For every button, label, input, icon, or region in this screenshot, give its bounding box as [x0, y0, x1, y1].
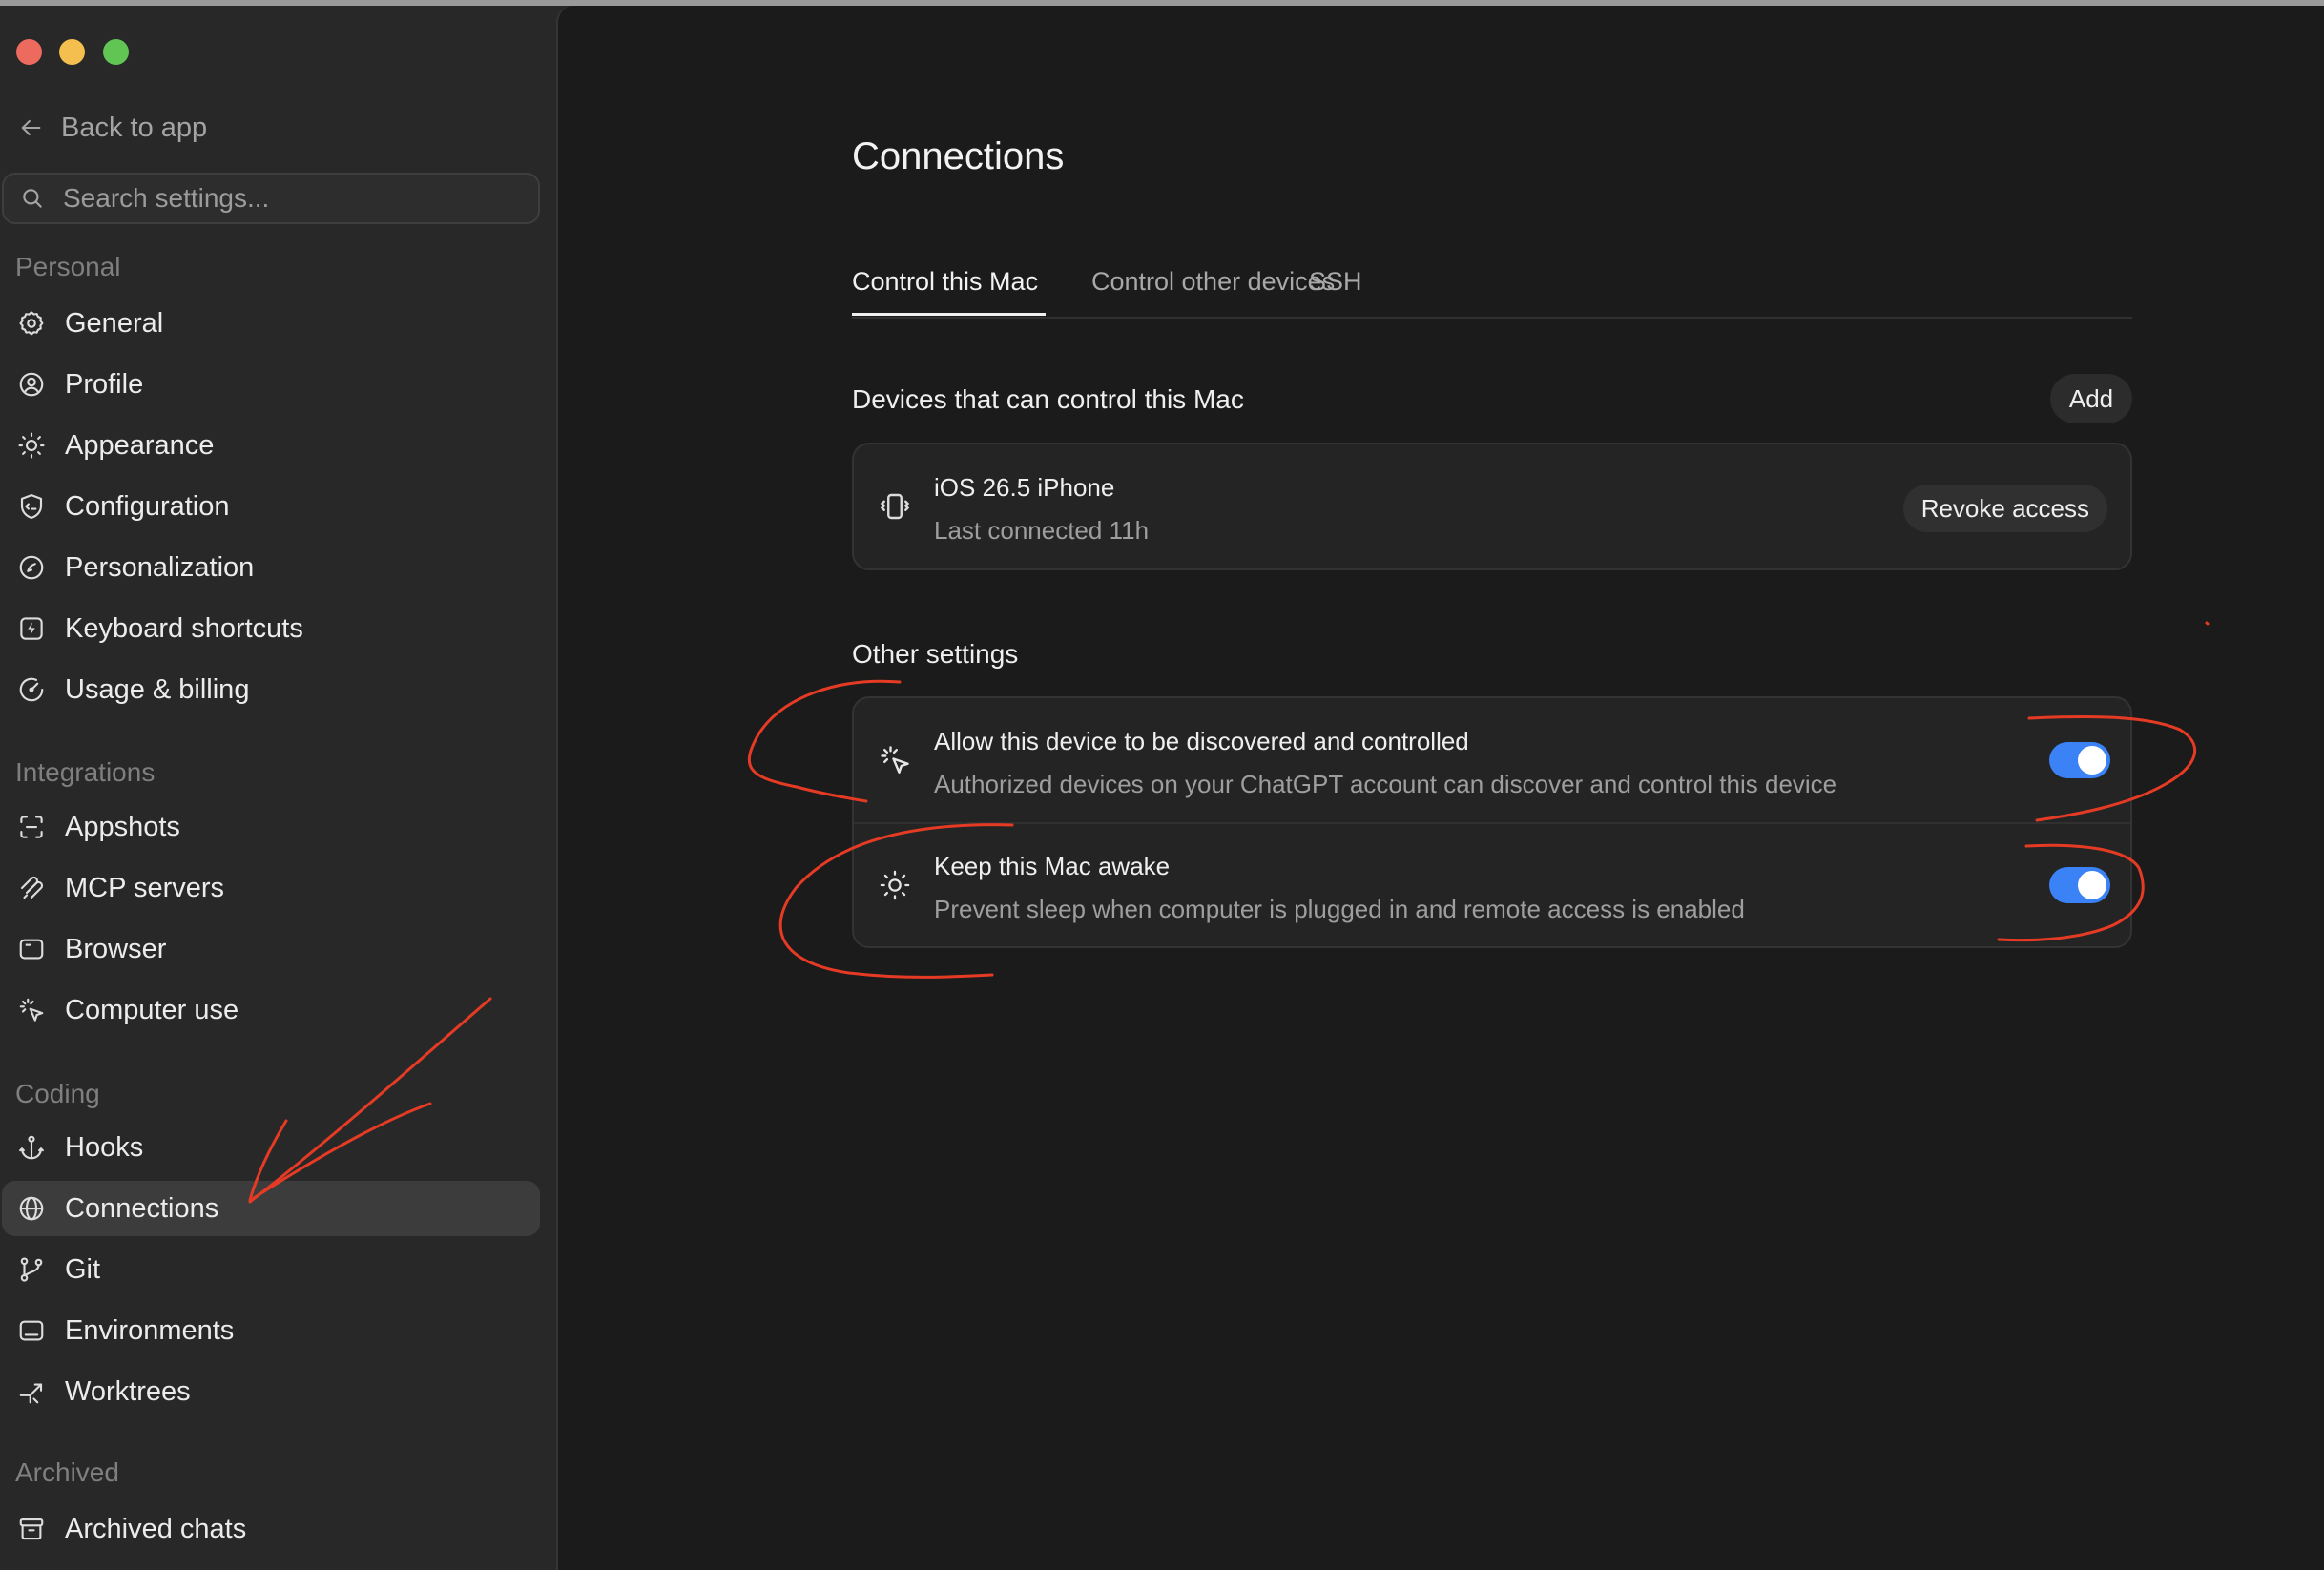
back-to-app-link[interactable]: Back to app	[17, 109, 207, 147]
row-divider	[854, 822, 2130, 824]
app-root: Back to app Personal General Profile App…	[0, 0, 2324, 1570]
sidebar-item-label: Git	[65, 1253, 101, 1285]
git-branch-icon	[17, 1255, 46, 1284]
sidebar: Back to app Personal General Profile App…	[0, 6, 556, 1570]
settings-window: Back to app Personal General Profile App…	[0, 6, 2324, 1570]
sidebar-item-appearance[interactable]: Appearance	[2, 418, 540, 473]
keep-awake-toggle[interactable]	[2049, 867, 2110, 903]
sidebar-item-label: Appearance	[65, 429, 215, 461]
sidebar-item-personalization[interactable]: Personalization	[2, 540, 540, 595]
device-card: iOS 26.5 iPhone Last connected 11h Revok…	[852, 443, 2132, 570]
sidebar-item-computer-use[interactable]: Computer use	[2, 982, 540, 1038]
search-input[interactable]	[61, 182, 504, 215]
profile-icon	[17, 370, 46, 399]
keyboard-bolt-icon	[17, 614, 46, 643]
section-label-coding: Coding	[15, 1079, 100, 1108]
window-close-button[interactable]	[16, 39, 42, 65]
sidebar-item-connections[interactable]: Connections	[2, 1181, 540, 1236]
phone-vibrate-icon	[877, 488, 913, 525]
sidebar-item-archived-chats[interactable]: Archived chats	[2, 1501, 540, 1557]
discoverable-toggle[interactable]	[2049, 742, 2110, 778]
back-to-app-label: Back to app	[61, 112, 208, 143]
revoke-access-button[interactable]: Revoke access	[1902, 485, 2107, 532]
sun-icon	[877, 867, 913, 903]
sidebar-item-label: Profile	[65, 368, 144, 400]
device-last-connected: Last connected 11h	[934, 516, 1150, 545]
search-icon	[23, 189, 42, 208]
discoverable-setting-title: Allow this device to be discovered and c…	[934, 727, 1469, 755]
toggle-knob	[2078, 746, 2106, 775]
worktree-icon	[17, 1377, 46, 1406]
sidebar-item-browser[interactable]: Browser	[2, 921, 540, 977]
globe-icon	[17, 1194, 46, 1223]
anchor-icon	[17, 1133, 46, 1162]
devices-section-title: Devices that can control this Mac	[852, 384, 1244, 414]
sidebar-item-label: General	[65, 307, 164, 339]
sidebar-item-label: Keyboard shortcuts	[65, 612, 303, 644]
sidebar-item-label: Environments	[65, 1314, 235, 1346]
sidebar-item-label: Usage & billing	[65, 673, 250, 705]
sidebar-item-label: Connections	[65, 1192, 219, 1224]
archive-icon	[17, 1515, 46, 1543]
sidebar-item-appshots[interactable]: Appshots	[2, 799, 540, 855]
sidebar-item-configuration[interactable]: Configuration	[2, 479, 540, 534]
browser-icon	[17, 935, 46, 963]
keep-awake-setting-title: Keep this Mac awake	[934, 852, 1171, 880]
personalization-icon	[17, 553, 46, 582]
toggle-knob	[2078, 871, 2106, 899]
search-box	[2, 173, 540, 224]
sidebar-item-label: MCP servers	[65, 872, 225, 903]
window-zoom-button[interactable]	[103, 39, 129, 65]
cursor-click-icon	[17, 996, 46, 1024]
gauge-icon	[17, 675, 46, 704]
sidebar-item-label: Hooks	[65, 1131, 144, 1163]
cursor-click-icon	[877, 742, 913, 778]
tab-control-other-devices[interactable]: Control other devices	[1091, 267, 1335, 297]
appshots-icon	[17, 813, 46, 841]
sun-icon	[17, 431, 46, 460]
other-settings-card: Allow this device to be discovered and c…	[852, 696, 2132, 948]
tab-control-this-mac[interactable]: Control this Mac	[852, 267, 1038, 297]
main-panel: Connections Control this Mac Control oth…	[556, 6, 2324, 1570]
sidebar-item-label: Browser	[65, 933, 167, 964]
other-settings-title: Other settings	[852, 639, 1019, 669]
page-title: Connections	[852, 135, 1065, 177]
sidebar-item-label: Worktrees	[65, 1375, 191, 1407]
sidebar-item-hooks[interactable]: Hooks	[2, 1120, 540, 1175]
sidebar-item-label: Computer use	[65, 994, 239, 1025]
sidebar-item-environments[interactable]: Environments	[2, 1303, 540, 1358]
sidebar-item-usage-billing[interactable]: Usage & billing	[2, 662, 540, 717]
active-tab-indicator	[852, 313, 1046, 316]
gear-icon	[17, 309, 46, 338]
keep-awake-setting-description: Prevent sleep when computer is plugged i…	[934, 895, 1745, 923]
sidebar-item-label: Configuration	[65, 490, 230, 522]
sidebar-item-worktrees[interactable]: Worktrees	[2, 1364, 540, 1419]
tab-bar: Control this Mac Control other devices S…	[852, 256, 2132, 319]
sidebar-item-general[interactable]: General	[2, 296, 540, 351]
sidebar-item-label: Appshots	[65, 811, 180, 842]
shield-code-icon	[17, 492, 46, 521]
sidebar-item-label: Archived chats	[65, 1513, 247, 1544]
arrow-left-icon	[21, 119, 41, 136]
mcp-icon	[17, 874, 46, 902]
sidebar-item-git[interactable]: Git	[2, 1242, 540, 1297]
add-device-button[interactable]: Add	[2050, 374, 2132, 423]
sidebar-item-mcp-servers[interactable]: MCP servers	[2, 860, 540, 916]
section-label-archived: Archived	[15, 1457, 119, 1487]
environment-icon	[17, 1316, 46, 1345]
discoverable-setting-description: Authorized devices on your ChatGPT accou…	[934, 770, 1837, 798]
sidebar-item-profile[interactable]: Profile	[2, 357, 540, 412]
sidebar-item-keyboard-shortcuts[interactable]: Keyboard shortcuts	[2, 601, 540, 656]
section-label-integrations: Integrations	[15, 757, 156, 787]
tab-ssh[interactable]: SSH	[1309, 267, 1362, 297]
section-label-personal: Personal	[15, 252, 121, 281]
device-name: iOS 26.5 iPhone	[934, 473, 1115, 502]
sidebar-item-label: Personalization	[65, 551, 255, 583]
window-minimize-button[interactable]	[59, 39, 85, 65]
